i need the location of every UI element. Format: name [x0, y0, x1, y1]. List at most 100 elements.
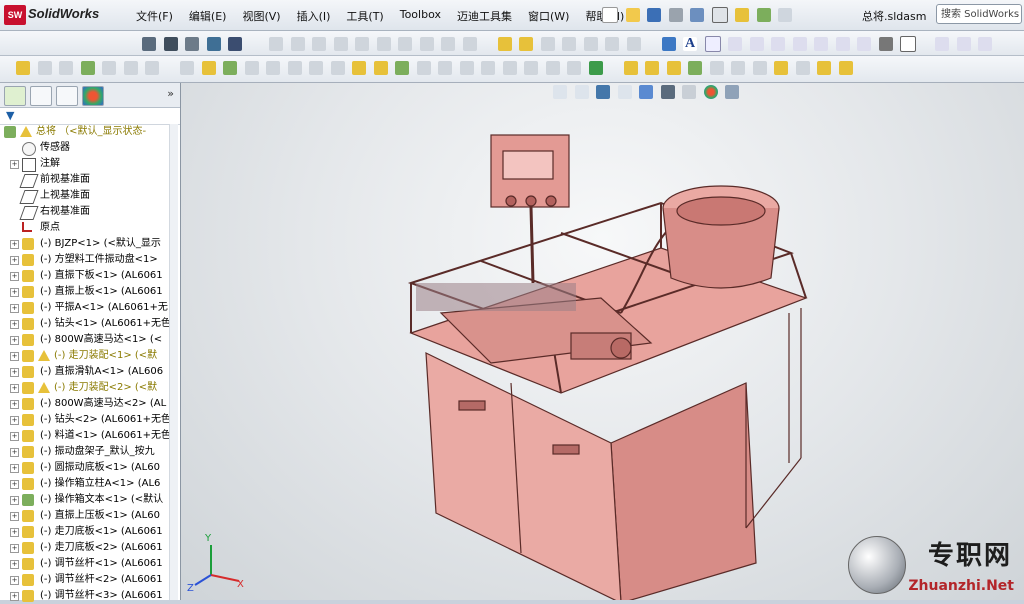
tree-item[interactable]: + (-) 走刀底板<1> (AL6061 [0, 524, 178, 540]
mate-icon[interactable] [163, 37, 178, 51]
tree-item[interactable]: + 注解 [0, 156, 178, 172]
expand-toggle-icon[interactable]: + [10, 256, 19, 265]
tree-item[interactable]: 传感器 [0, 140, 178, 156]
tree-item[interactable]: + (-) 操作箱立柱A<1> (AL6 [0, 476, 178, 492]
menu-insert[interactable]: 插入(I) [289, 6, 339, 26]
tree-root[interactable]: 总将 （<默认_显示状态- [0, 124, 178, 140]
hem-icon[interactable] [395, 61, 409, 75]
fold-icon[interactable] [481, 61, 495, 75]
standard-parts-icon[interactable] [688, 61, 702, 75]
sketch-circle-icon[interactable] [333, 37, 348, 51]
sketch-tool-icon[interactable] [269, 37, 283, 51]
surface-finish-icon[interactable] [749, 37, 764, 51]
property-manager-tab-icon[interactable] [30, 86, 52, 106]
zoom-to-fit-icon[interactable] [956, 37, 971, 51]
tree-item[interactable]: + (-) 振动盘架子_默认_按九 [0, 444, 178, 460]
assembly-features-icon[interactable] [123, 61, 138, 75]
appearance-tab-icon[interactable] [82, 86, 104, 106]
expand-toggle-icon[interactable]: + [10, 576, 19, 585]
expand-toggle-icon[interactable]: + [10, 368, 19, 377]
expand-toggle-icon[interactable]: + [10, 288, 19, 297]
expand-toggle-icon[interactable]: + [10, 560, 19, 569]
base-flange-icon[interactable] [330, 61, 345, 75]
smart-fasteners-icon[interactable] [228, 37, 242, 51]
expand-toggle-icon[interactable]: + [10, 320, 19, 329]
move-component-icon[interactable] [185, 37, 199, 51]
expand-toggle-icon[interactable]: + [10, 384, 19, 393]
structural-member-icon[interactable] [201, 61, 216, 75]
tree-item[interactable]: 右视基准面 [0, 204, 178, 220]
unfold-icon[interactable] [459, 61, 474, 75]
show-hidden-icon[interactable] [80, 61, 95, 75]
expand-toggle-icon[interactable]: + [10, 304, 19, 313]
tree-item[interactable]: + (-) 直振上压板<1> (AL60 [0, 508, 178, 524]
balloon-icon[interactable] [728, 37, 742, 51]
flatten-icon[interactable] [502, 61, 517, 75]
tree-item[interactable]: + (-) 走刀装配<1> (<默 [0, 348, 178, 364]
mold-base-icon[interactable] [666, 61, 681, 75]
export-icon[interactable] [838, 61, 853, 75]
expand-toggle-icon[interactable]: + [10, 400, 19, 409]
sketch-offset-icon[interactable] [419, 37, 434, 51]
tree-item[interactable]: + (-) 调节丝杆<1> (AL6061 [0, 556, 178, 572]
sheet-metal-icon[interactable] [309, 61, 323, 75]
menu-file[interactable]: 文件(F) [128, 6, 181, 26]
tree-item[interactable]: + (-) 800W高速马达<1> (< [0, 332, 178, 348]
explode-view-icon[interactable] [59, 61, 73, 75]
miter-flange-icon[interactable] [373, 61, 388, 75]
weld-bead-icon[interactable] [287, 61, 302, 75]
sketch-arc-icon[interactable] [355, 37, 369, 51]
feature-pattern-icon[interactable] [626, 37, 641, 51]
edit-component-icon[interactable] [37, 61, 52, 75]
smart-dimension-icon[interactable] [661, 37, 676, 51]
expand-toggle-icon[interactable]: + [10, 496, 19, 505]
tree-item[interactable]: + (-) 调节丝杆<2> (AL6061 [0, 572, 178, 588]
expand-toggle-icon[interactable]: + [10, 544, 19, 553]
sketched-bend-icon[interactable] [438, 61, 452, 75]
mold-tools-icon[interactable] [567, 61, 581, 75]
interference-check-icon[interactable] [102, 61, 116, 75]
tree-item[interactable]: + (-) 800W高速马达<2> (AL [0, 396, 178, 412]
rotate-component-icon[interactable] [206, 37, 221, 51]
expand-toggle-icon[interactable]: + [10, 272, 19, 281]
tree-item[interactable]: + (-) 钻头<1> (AL6061+无色 [0, 316, 178, 332]
rename-icon[interactable] [817, 61, 831, 75]
new-document-icon[interactable] [602, 7, 618, 23]
spring-generator-icon[interactable] [731, 61, 745, 75]
tree-item[interactable]: 前视基准面 [0, 172, 178, 188]
gusset-icon[interactable] [223, 61, 237, 75]
print-icon[interactable] [668, 8, 683, 22]
tree-item[interactable]: + (-) 料道<1> (AL6061+无色 [0, 428, 178, 444]
part-feature-icon[interactable] [16, 61, 30, 75]
design-library-icon[interactable] [645, 61, 659, 75]
spell-check-icon[interactable] [704, 36, 721, 52]
datum-feature-icon[interactable] [792, 37, 807, 51]
hatch-fill-icon[interactable] [878, 37, 893, 51]
tree-item[interactable]: + (-) 调节丝杆<3> (AL6061 [0, 588, 178, 604]
geometric-tolerance-icon[interactable] [814, 37, 828, 51]
tree-item[interactable]: + (-) 操作箱文本<1> (<默认 [0, 492, 178, 508]
sketch-spline-icon[interactable] [376, 37, 391, 51]
weld-symbol-icon[interactable] [771, 37, 785, 51]
bom-icon[interactable] [774, 61, 788, 75]
bearing-icon[interactable] [752, 61, 767, 75]
drawing-icon[interactable] [795, 61, 810, 75]
center-mark-icon[interactable] [857, 37, 871, 51]
expand-toggle-icon[interactable]: + [10, 528, 19, 537]
pan-icon[interactable] [935, 37, 949, 51]
file-properties-icon[interactable] [756, 8, 771, 22]
tree-item[interactable]: + (-) 走刀装配<2> (<默 [0, 380, 178, 396]
forming-tool-icon[interactable] [545, 61, 560, 75]
options-icon[interactable] [778, 8, 792, 22]
tree-item[interactable]: + (-) 平振A<1> (AL6061+无 [0, 300, 178, 316]
feature-chamfer-icon[interactable] [583, 37, 598, 51]
tree-item[interactable]: + (-) 直振下板<1> (AL6061 [0, 268, 178, 284]
menu-window[interactable]: 窗口(W) [520, 6, 577, 26]
menu-edit[interactable]: 编辑(E) [181, 6, 235, 26]
configuration-manager-tab-icon[interactable] [56, 86, 78, 106]
trim-extend-icon[interactable] [266, 61, 280, 75]
tree-item[interactable]: + (-) 直振上板<1> (AL6061 [0, 284, 178, 300]
tree-item[interactable]: + (-) 钻头<2> (AL6061+无色 [0, 412, 178, 428]
expand-toggle-icon[interactable]: + [10, 464, 19, 473]
jog-icon[interactable] [416, 61, 431, 75]
